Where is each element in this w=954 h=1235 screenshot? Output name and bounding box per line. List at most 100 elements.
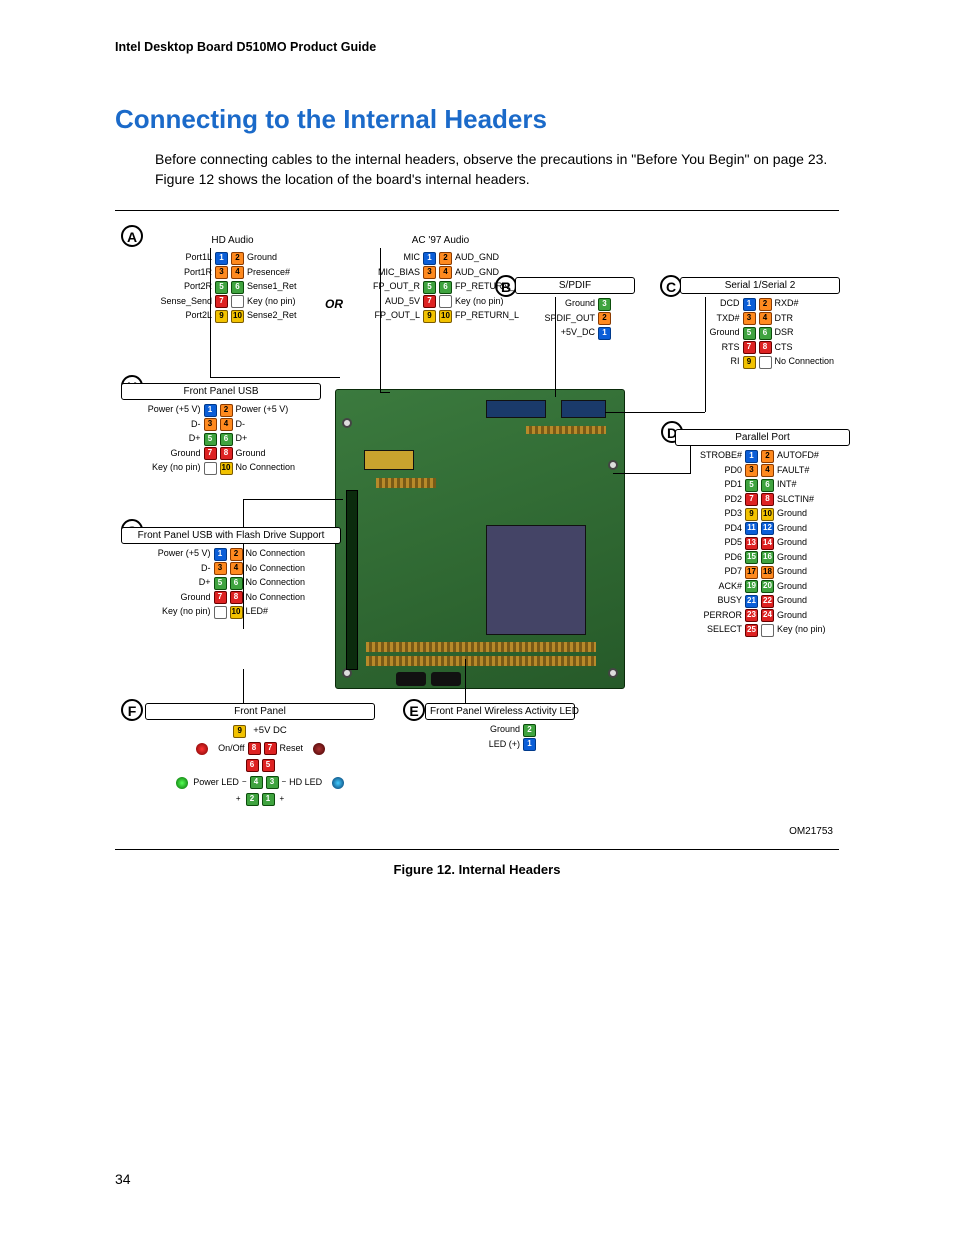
- pin-3: 3: [266, 776, 279, 789]
- pin-6: 6: [220, 433, 233, 446]
- pin-key: [204, 462, 217, 475]
- pin-18: 18: [761, 566, 774, 579]
- board-illustration: [335, 389, 625, 689]
- pin-10: 10: [439, 310, 452, 323]
- pin-key: [214, 606, 227, 619]
- label-onoff: On/Off: [211, 744, 245, 754]
- pin-1: 1: [745, 450, 758, 463]
- pin-4: 4: [231, 266, 244, 279]
- pin-7: 7: [215, 295, 228, 308]
- wireless-led-title: Front Panel Wireless Activity LED: [425, 703, 575, 720]
- pin-6: 6: [439, 281, 452, 294]
- bubble-f: F: [121, 699, 143, 721]
- or-label: OR: [325, 297, 343, 311]
- group-h-usb: Front Panel USB Power (+5 V)12Power (+5 …: [121, 383, 321, 477]
- serial-title: Serial 1/Serial 2: [680, 277, 840, 294]
- pin-3: 3: [423, 266, 436, 279]
- pin-16: 16: [761, 551, 774, 564]
- page-number: 34: [115, 1171, 131, 1187]
- pin-5: 5: [215, 281, 228, 294]
- pin-5: 5: [204, 433, 217, 446]
- diagram: A B C D E F G H HD Audio Port1L12GroundP…: [115, 219, 839, 841]
- pin-key: [231, 295, 244, 308]
- usb-title: Front Panel USB: [121, 383, 321, 400]
- pin-19: 19: [745, 580, 758, 593]
- pin-20: 20: [761, 580, 774, 593]
- pin-2: 2: [246, 793, 259, 806]
- pin-24: 24: [761, 609, 774, 622]
- pin-2: 2: [523, 724, 536, 737]
- pin-3: 3: [215, 266, 228, 279]
- pin-key: [439, 295, 452, 308]
- intro-paragraph: Before connecting cables to the internal…: [155, 149, 839, 190]
- group-a-hd-audio: HD Audio Port1L12GroundPort1R34Presence#…: [145, 233, 320, 325]
- pin-key: [759, 356, 772, 369]
- label-reset: Reset: [280, 744, 310, 754]
- pin-1: 1: [204, 404, 217, 417]
- pin-3: 3: [745, 464, 758, 477]
- pin-8: 8: [230, 591, 243, 604]
- bubble-a: A: [121, 225, 143, 247]
- pin-6: 6: [230, 577, 243, 590]
- label-5vdc: +5V DC: [253, 726, 287, 736]
- pin-key: [761, 624, 774, 637]
- pin-17: 17: [745, 566, 758, 579]
- pin-9: 9: [215, 310, 228, 323]
- figure-caption: Figure 12. Internal Headers: [115, 862, 839, 877]
- label-hdled: HD LED: [289, 778, 329, 788]
- pin-13: 13: [745, 537, 758, 550]
- pin-21: 21: [745, 595, 758, 608]
- pin-7: 7: [264, 742, 277, 755]
- pin-1: 1: [262, 793, 275, 806]
- pin-4: 4: [439, 266, 452, 279]
- group-g-usb-flash: Front Panel USB with Flash Drive Support…: [121, 527, 341, 621]
- pin-4: 4: [761, 464, 774, 477]
- pin-5: 5: [743, 327, 756, 340]
- pin-2: 2: [230, 548, 243, 561]
- pin-5: 5: [745, 479, 758, 492]
- pin-2: 2: [220, 404, 233, 417]
- spdif-title: S/PDIF: [515, 277, 635, 294]
- pin-22: 22: [761, 595, 774, 608]
- pin-5: 5: [423, 281, 436, 294]
- pin-10: 10: [231, 310, 244, 323]
- pin-7: 7: [745, 493, 758, 506]
- pin-2: 2: [439, 252, 452, 265]
- pin-6: 6: [759, 327, 772, 340]
- powerled-icon: [176, 777, 188, 789]
- hd-audio-title: HD Audio: [145, 233, 320, 248]
- ac97-audio-title: AC '97 Audio: [343, 233, 538, 248]
- section-heading: Connecting to the Internal Headers: [115, 104, 839, 135]
- bubble-e: E: [403, 699, 425, 721]
- pin-3: 3: [214, 562, 227, 575]
- pin-1: 1: [214, 548, 227, 561]
- pin-7: 7: [204, 447, 217, 460]
- pin-10: 10: [761, 508, 774, 521]
- pin-6: 6: [761, 479, 774, 492]
- pin-6: 6: [246, 759, 259, 772]
- usb-flash-title: Front Panel USB with Flash Drive Support: [121, 527, 341, 544]
- pin-5: 5: [214, 577, 227, 590]
- pin-3: 3: [743, 312, 756, 325]
- pin-15: 15: [745, 551, 758, 564]
- pin-8: 8: [248, 742, 261, 755]
- pin-8: 8: [759, 341, 772, 354]
- pin-12: 12: [761, 522, 774, 535]
- pin-2: 2: [761, 450, 774, 463]
- pin-7: 7: [423, 295, 436, 308]
- group-d-parallel: Parallel Port STROBE#12AUTOFD#PD034FAULT…: [675, 429, 850, 639]
- om-code: OM21753: [789, 826, 833, 837]
- figure-12: A B C D E F G H HD Audio Port1L12GroundP…: [115, 210, 839, 850]
- group-e-wireless-led: Front Panel Wireless Activity LED Ground…: [425, 703, 575, 753]
- label-pwrled: Power LED: [191, 778, 239, 788]
- pin-25: 25: [745, 624, 758, 637]
- group-a-ac97-audio: AC '97 Audio MIC12AUD_GNDMIC_BIAS34AUD_G…: [343, 233, 538, 325]
- pin-14: 14: [761, 537, 774, 550]
- pin-2: 2: [598, 312, 611, 325]
- hdled-icon: [332, 777, 344, 789]
- reset-icon: [313, 743, 325, 755]
- pin-7: 7: [214, 591, 227, 604]
- pin-2: 2: [759, 298, 772, 311]
- pin-2: 2: [231, 252, 244, 265]
- onoff-icon: [196, 743, 208, 755]
